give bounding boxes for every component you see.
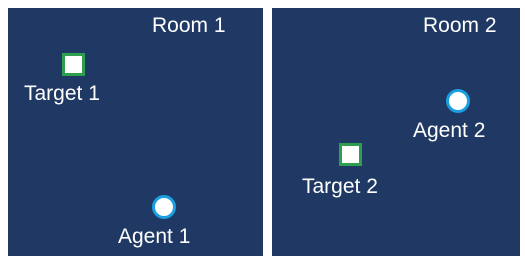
- room-1-title: Room 1: [152, 14, 226, 37]
- target-2-label: Target 2: [302, 175, 378, 198]
- room-1-panel: Room 1 Target 1 Agent 1: [8, 8, 263, 256]
- agent-1-label: Agent 1: [118, 225, 191, 248]
- room-2-title: Room 2: [423, 14, 497, 37]
- agent-2-label: Agent 2: [413, 119, 486, 142]
- room-2-panel: Room 2 Agent 2 Target 2: [272, 8, 520, 256]
- target-1-label: Target 1: [24, 82, 100, 105]
- agent-1-marker-icon: [152, 195, 176, 219]
- target-1-marker-icon: [62, 53, 85, 76]
- agent-2-marker-icon: [446, 89, 470, 113]
- target-2-marker-icon: [339, 143, 362, 166]
